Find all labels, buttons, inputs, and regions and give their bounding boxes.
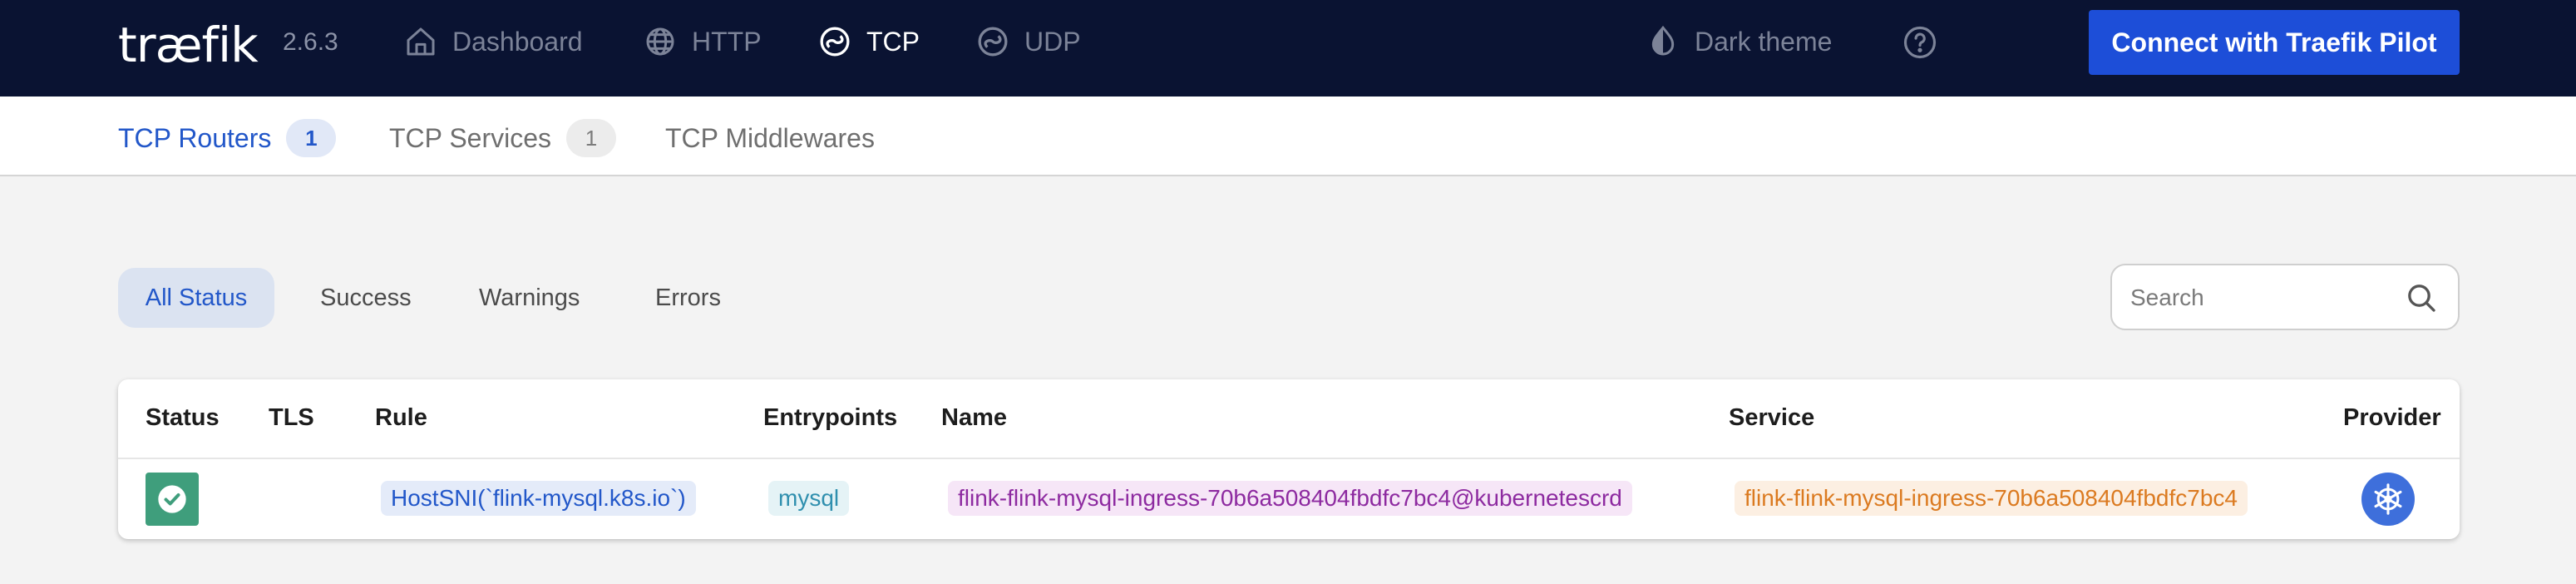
tcp-routers-table: Status TLS Rule Entrypoints Name Service… bbox=[118, 379, 2460, 539]
contrast-icon bbox=[1651, 25, 1675, 56]
check-circle-icon bbox=[158, 485, 186, 513]
kubernetes-icon bbox=[2361, 473, 2415, 526]
nav-udp[interactable]: UDP bbox=[976, 23, 1081, 60]
tab-tcp-routers[interactable]: TCP Routers 1 bbox=[118, 116, 337, 160]
nav-udp-label: UDP bbox=[1024, 26, 1081, 57]
help-icon[interactable] bbox=[1902, 25, 1937, 60]
globe-icon bbox=[646, 27, 674, 56]
connect-traefik-pilot-button[interactable]: Connect with Traefik Pilot bbox=[2089, 10, 2460, 75]
tab-tcp-services-label: TCP Services bbox=[389, 122, 552, 153]
nav-dashboard[interactable]: Dashboard bbox=[404, 23, 583, 60]
tcp-icon bbox=[820, 27, 850, 57]
column-header-entrypoints[interactable]: Entrypoints bbox=[763, 404, 897, 432]
filter-warnings[interactable]: Warnings bbox=[479, 268, 580, 328]
router-name-chip: flink-flink-mysql-ingress-70b6a508404fbd… bbox=[948, 481, 1632, 516]
service-chip: flink-flink-mysql-ingress-70b6a508404fbd… bbox=[1735, 481, 2248, 516]
sub-tab-bar: TCP Routers 1 TCP Services 1 TCP Middlew… bbox=[0, 97, 2576, 176]
search-box bbox=[2110, 264, 2460, 330]
header-divider bbox=[118, 458, 2460, 459]
home-icon bbox=[407, 27, 435, 56]
tcp-services-count-badge: 1 bbox=[566, 119, 617, 157]
filter-errors[interactable]: Errors bbox=[655, 268, 721, 328]
tab-tcp-middlewares-label: TCP Middlewares bbox=[665, 122, 875, 153]
column-header-service[interactable]: Service bbox=[1729, 404, 1814, 432]
search-input[interactable] bbox=[2130, 280, 2396, 315]
nav-tcp[interactable]: TCP bbox=[818, 23, 920, 60]
column-header-rule[interactable]: Rule bbox=[375, 404, 427, 432]
udp-icon bbox=[978, 27, 1008, 57]
tab-tcp-services[interactable]: TCP Services 1 bbox=[389, 116, 617, 160]
dark-theme-toggle[interactable]: Dark theme bbox=[1646, 23, 1832, 60]
status-success-badge bbox=[146, 473, 199, 526]
version-label: 2.6.3 bbox=[283, 28, 338, 56]
nav-tcp-label: TCP bbox=[866, 26, 920, 57]
column-header-provider[interactable]: Provider bbox=[2343, 404, 2441, 432]
search-icon[interactable] bbox=[2405, 281, 2438, 314]
entrypoint-chip: mysql bbox=[768, 481, 850, 516]
filter-all-status[interactable]: All Status bbox=[118, 268, 274, 328]
dark-theme-label: Dark theme bbox=[1695, 26, 1833, 57]
nav-http[interactable]: HTTP bbox=[644, 23, 762, 60]
filter-success[interactable]: Success bbox=[320, 268, 412, 328]
nav-dashboard-label: Dashboard bbox=[452, 26, 583, 57]
tab-tcp-middlewares[interactable]: TCP Middlewares bbox=[665, 116, 875, 160]
tcp-routers-count-badge: 1 bbox=[286, 119, 337, 157]
rule-chip: HostSNI(`flink-mysql.k8s.io`) bbox=[381, 481, 696, 516]
nav-http-label: HTTP bbox=[692, 26, 762, 57]
top-navbar: træfik 2.6.3 Dashboard HTTP TCP UDP Dark… bbox=[0, 0, 2576, 97]
tab-tcp-routers-label: TCP Routers bbox=[118, 122, 272, 153]
column-header-status[interactable]: Status bbox=[146, 404, 220, 432]
traefik-logo[interactable]: træfik bbox=[118, 17, 259, 73]
column-header-name[interactable]: Name bbox=[941, 404, 1007, 432]
column-header-tls[interactable]: TLS bbox=[269, 404, 314, 432]
